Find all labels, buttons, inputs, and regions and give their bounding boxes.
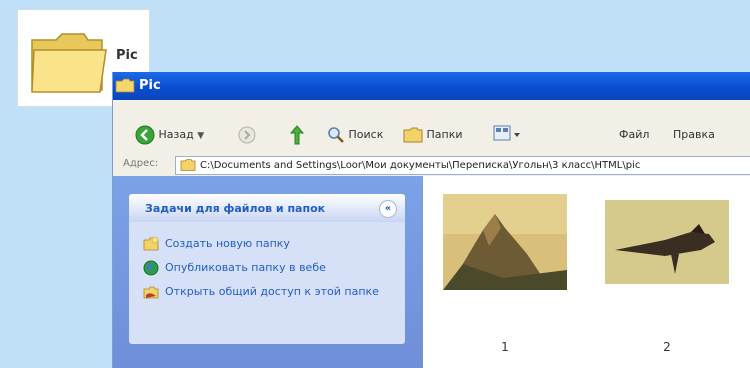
address-path: C:\Documents and Settings\Loor\Мои докум… [200,160,641,171]
bird-image [605,200,729,284]
up-button[interactable] [287,124,307,146]
file-item[interactable]: 1 [443,194,567,354]
task-label: Открыть общий доступ к этой папке [165,285,379,298]
address-folder-icon [180,159,196,171]
file-name: 1 [501,340,509,354]
toolbar: Назад ▼ Поиск Папки Файл Правка [113,114,750,155]
folders-button[interactable]: Папки [403,124,463,146]
views-button[interactable] [493,124,521,146]
title-bar[interactable]: Pic [113,72,750,100]
menu-file[interactable]: Файл [619,124,649,146]
address-input[interactable]: C:\Documents and Settings\Loor\Мои докум… [175,156,750,175]
menu-edit[interactable]: Правка [673,124,715,146]
window-title: Pic [139,78,161,93]
back-button[interactable]: Назад ▼ [135,124,204,146]
task-label: Создать новую папку [165,237,290,250]
views-icon [493,125,520,141]
search-button[interactable]: Поиск [327,124,383,146]
edit-menu-label: Правка [673,128,715,141]
folders-icon [403,127,423,143]
back-arrow-icon [135,125,155,145]
menu-bar [113,100,750,114]
address-bar: Адрес: C:\Documents and Settings\Loor\Мо… [113,154,750,177]
forward-arrow-icon [238,126,256,144]
desktop-folder-label: Pic [116,48,138,63]
folder-icon [31,33,107,93]
file-tasks-panel: Задачи для файлов и папок « Создать нову… [129,194,405,344]
folders-label: Папки [426,128,463,141]
task-pane: Задачи для файлов и папок « Создать нову… [113,176,423,368]
window-folder-icon [115,78,135,93]
explorer-window: Pic Назад ▼ Поиск Папки Файл Правка Адре… [112,72,750,368]
task-label: Опубликовать папку в вебе [165,261,326,274]
file-name: 2 [663,340,671,354]
up-folder-icon [289,125,305,145]
search-label: Поиск [348,128,384,141]
search-icon [328,127,344,143]
collapse-icon[interactable]: « [379,200,397,218]
file-tasks-header[interactable]: Задачи для файлов и папок « [129,194,405,222]
share-icon [143,286,159,299]
new-folder-icon [143,236,159,251]
back-dropdown-icon[interactable]: ▼ [197,131,204,141]
back-label: Назад [158,128,194,141]
forward-button[interactable] [237,124,257,146]
file-list: 1 2 [423,176,750,368]
file-item[interactable]: 2 [605,194,729,354]
globe-icon [143,260,159,276]
address-label: Адрес: [123,158,159,169]
file-menu-label: Файл [619,128,650,141]
file-tasks-title: Задачи для файлов и папок [145,202,326,215]
mountain-image [443,194,567,290]
